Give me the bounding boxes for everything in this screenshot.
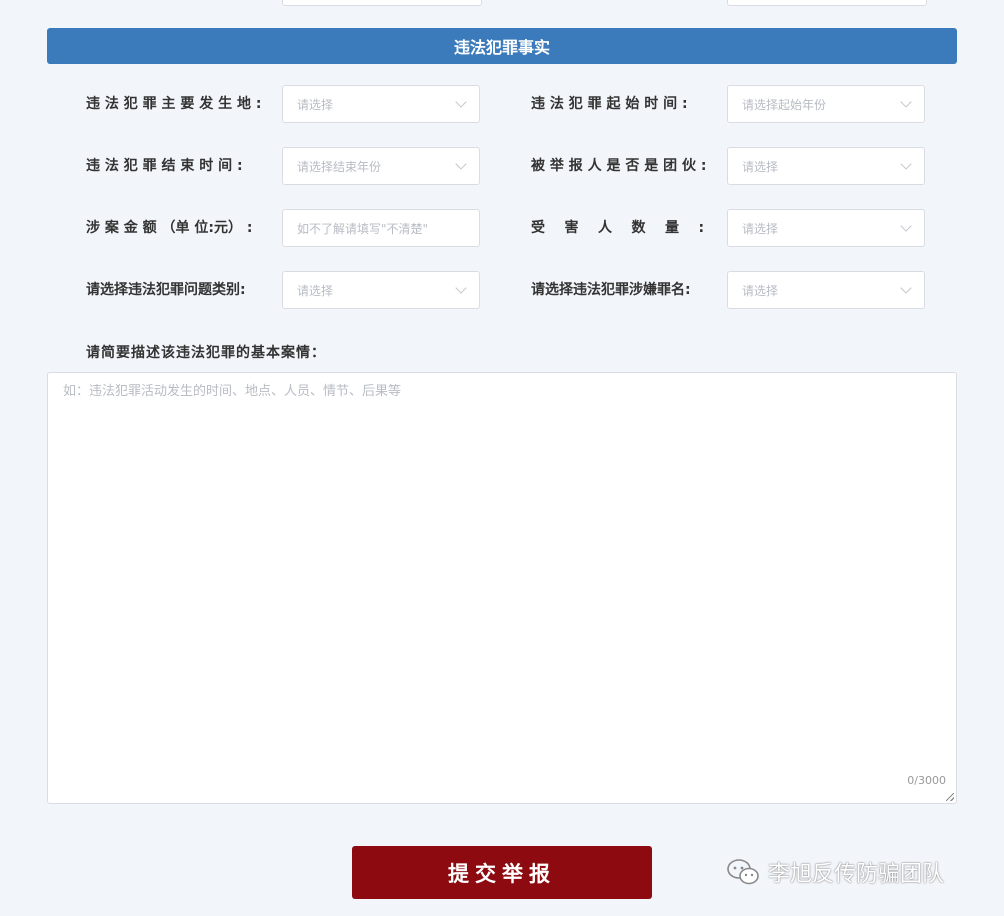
victims-label: 受 害 人 数 量 : [531,220,705,236]
end-time-placeholder: 请选择结束年份 [297,159,382,174]
amount-label: 涉 案 金 额 （单 位:元） : [86,220,253,236]
chevron-down-icon [900,96,912,108]
section-header: 违法犯罪事实 [47,28,957,64]
victims-placeholder: 请选择 [742,221,779,236]
is-gang-placeholder: 请选择 [742,159,779,174]
is-gang-label: 被 举 报 人 是 否 是 团 伙 : [531,158,707,174]
start-time-label: 违 法 犯 罪 起 始 时 间 : [531,96,688,112]
category-select[interactable]: 请选择 [282,271,480,309]
chevron-down-icon [455,282,467,294]
victims-select[interactable]: 请选择 [727,209,925,247]
watermark: 李旭反传防骗团队 [726,856,944,888]
description-label: 请简要描述该违法犯罪的基本案情： [86,345,326,361]
submit-report-button[interactable]: 提交举报 [352,846,652,899]
end-time-label: 违 法 犯 罪 结 束 时 间 : [86,158,243,174]
chevron-down-icon [455,158,467,170]
previous-section-field[interactable] [727,0,927,6]
wechat-icon [727,859,759,885]
description-placeholder: 如：违法犯罪活动发生的时间、地点、人员、情节、后果等 [63,384,402,399]
previous-section-field[interactable] [282,0,482,6]
start-time-placeholder: 请选择起始年份 [742,97,827,112]
is-gang-select[interactable]: 请选择 [727,147,925,185]
location-label: 违 法 犯 罪 主 要 发 生 地 : [86,96,262,112]
end-time-select[interactable]: 请选择结束年份 [282,147,480,185]
section-title: 违法犯罪事实 [453,38,550,57]
category-label: 请选择违法犯罪问题类别: [86,282,246,298]
chevron-down-icon [455,96,467,108]
character-counter: 0/3000 [907,774,946,787]
location-placeholder: 请选择 [297,97,334,112]
charge-select[interactable]: 请选择 [727,271,925,309]
charge-label: 请选择违法犯罪涉嫌罪名: [531,282,691,298]
chevron-down-icon [900,158,912,170]
category-placeholder: 请选择 [297,283,334,298]
description-textarea[interactable]: 如：违法犯罪活动发生的时间、地点、人员、情节、后果等 0/3000 [47,372,957,804]
charge-placeholder: 请选择 [742,283,779,298]
amount-placeholder: 如不了解请填写"不清楚" [297,221,429,236]
start-time-select[interactable]: 请选择起始年份 [727,85,925,123]
amount-input[interactable]: 如不了解请填写"不清楚" [282,209,480,247]
location-select[interactable]: 请选择 [282,85,480,123]
chevron-down-icon [900,282,912,294]
resize-handle-icon[interactable] [946,793,954,801]
watermark-text: 李旭反传防骗团队 [768,862,945,887]
chevron-down-icon [900,220,912,232]
